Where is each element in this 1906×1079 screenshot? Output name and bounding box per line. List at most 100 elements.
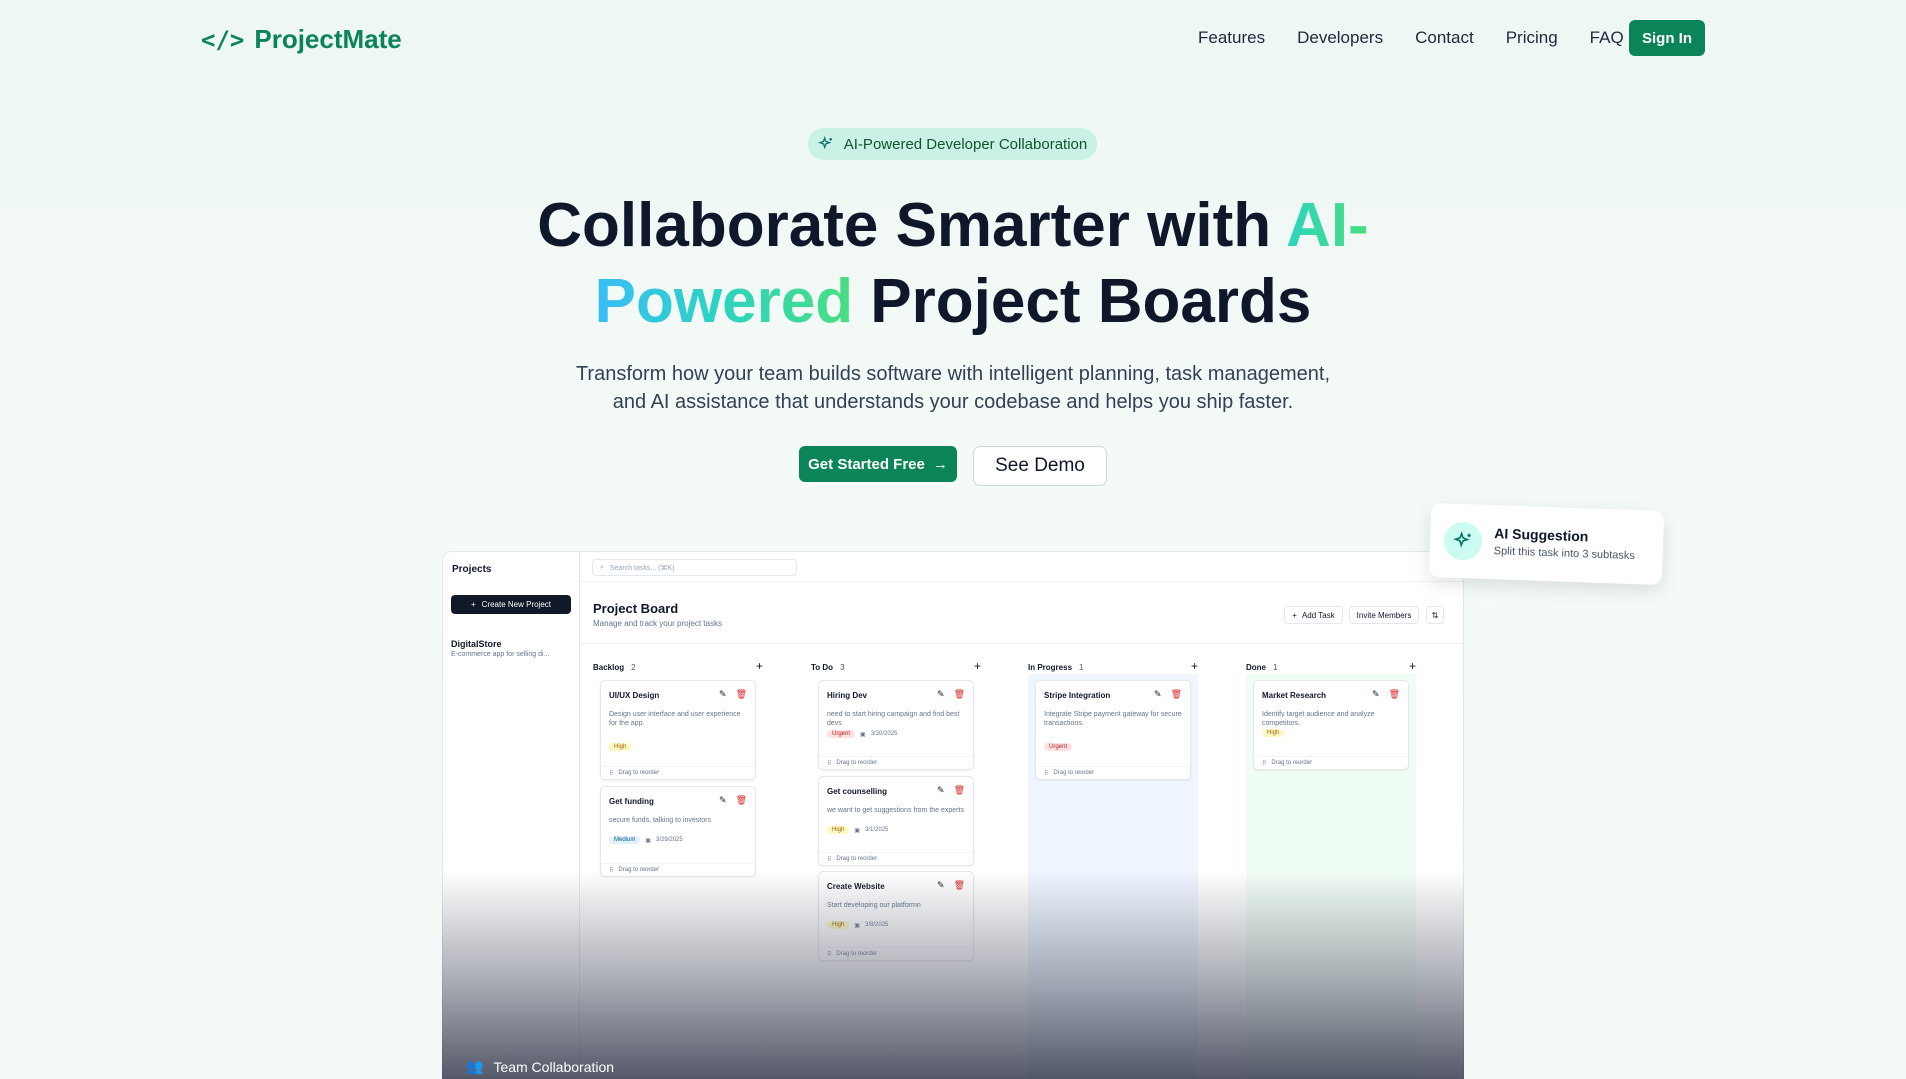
drag-handle[interactable]: ⠿ Drag to reorder bbox=[601, 766, 755, 779]
drag-handle[interactable]: ⠿ Drag to reorder bbox=[601, 863, 755, 876]
add-card-icon[interactable]: + bbox=[1409, 659, 1416, 673]
task-title: Stripe Integration bbox=[1044, 691, 1111, 700]
header-divider bbox=[580, 643, 1463, 644]
column-count: 2 bbox=[631, 662, 636, 672]
trash-icon[interactable]: 🗑 bbox=[736, 795, 747, 806]
nav-link-faq[interactable]: FAQ bbox=[1590, 28, 1624, 48]
edit-icon[interactable]: ✎ bbox=[937, 880, 945, 891]
trash-icon[interactable]: 🗑 bbox=[954, 689, 965, 700]
add-card-icon[interactable]: + bbox=[756, 659, 763, 673]
drag-handle[interactable]: ⠿ Drag to reorder bbox=[819, 852, 973, 865]
trash-icon[interactable]: 🗑 bbox=[954, 785, 965, 796]
grip-icon: ⠿ bbox=[609, 867, 614, 874]
hero-title: Collaborate Smarter with AI- Powered Pro… bbox=[0, 188, 1906, 340]
board-title: Project Board bbox=[593, 601, 679, 616]
trash-icon[interactable]: 🗑 bbox=[1171, 689, 1182, 700]
project-name: DigitalStore bbox=[451, 639, 502, 649]
calendar-icon: ▣ bbox=[854, 827, 861, 834]
sidebar-title: Projects bbox=[452, 564, 492, 575]
top-nav: </> ProjectMate Features Developers Cont… bbox=[0, 0, 1906, 78]
nav-link-pricing[interactable]: Pricing bbox=[1506, 28, 1558, 48]
task-description: Design user interface and user experienc… bbox=[609, 711, 741, 727]
column-done: Done 1 + Market Research ✎ 🗑 Identify tar… bbox=[1246, 659, 1416, 1078]
task-title: Hiring Dev bbox=[827, 691, 868, 700]
drag-handle[interactable]: ⠿ Drag to reorder bbox=[819, 756, 973, 769]
search-input[interactable]: ⌕ Search tasks... (⌘K) bbox=[592, 559, 797, 576]
ai-suggestion-card: AI Suggestion Split this task into 3 sub… bbox=[1428, 502, 1665, 586]
hero-title-highlight-2: Powered bbox=[594, 267, 854, 336]
app-preview: Projects + Create New Project DigitalSto… bbox=[442, 551, 1464, 1079]
drag-label: Drag to reorder bbox=[1053, 770, 1095, 776]
edit-icon[interactable]: ✎ bbox=[1372, 689, 1380, 700]
column-name: Backlog bbox=[593, 662, 625, 672]
edit-icon[interactable]: ✎ bbox=[937, 689, 945, 700]
task-title: UI/UX Design bbox=[609, 691, 660, 700]
sidebar-project-item[interactable]: DigitalStore E-commerce app for selling … bbox=[451, 639, 549, 658]
drag-handle[interactable]: ⠿ Drag to reorder bbox=[1036, 766, 1190, 779]
drag-label: Drag to reorder bbox=[618, 867, 660, 873]
column-count: 1 bbox=[1273, 662, 1278, 672]
task-description: Identify target audience and analyze com… bbox=[1262, 711, 1375, 727]
column-name: In Progress bbox=[1028, 662, 1073, 672]
calendar-icon: ▣ bbox=[645, 837, 652, 844]
projects-sidebar: Projects + Create New Project DigitalSto… bbox=[443, 552, 580, 1078]
team-label-text: Team Collaboration bbox=[493, 1058, 615, 1075]
trash-icon[interactable]: 🗑 bbox=[954, 880, 965, 891]
column-name: Done bbox=[1246, 662, 1266, 672]
ai-suggestion-title: AI Suggestion bbox=[1494, 525, 1589, 545]
get-started-label: Get Started Free bbox=[808, 455, 925, 473]
nav-links: Features Developers Contact Pricing FAQ bbox=[1198, 28, 1624, 48]
create-project-button[interactable]: + Create New Project bbox=[451, 595, 571, 614]
add-task-button[interactable]: + Add Task bbox=[1284, 606, 1343, 624]
see-demo-button[interactable]: See Demo bbox=[973, 446, 1107, 486]
hero-subtitle-line: Transform how your team builds software … bbox=[575, 363, 1331, 385]
priority-badge: High bbox=[827, 826, 850, 834]
invite-members-button[interactable]: Invite Members bbox=[1349, 606, 1419, 624]
grip-icon: ⠿ bbox=[1262, 760, 1267, 767]
task-card[interactable]: Get counselling ✎ 🗑 we want to get sugges… bbox=[818, 776, 974, 866]
column-count: 1 bbox=[1079, 662, 1084, 672]
priority-badge: High bbox=[609, 743, 632, 751]
hero-subtitle: Transform how your team builds software … bbox=[553, 360, 1353, 416]
add-card-icon[interactable]: + bbox=[974, 659, 981, 673]
get-started-button[interactable]: Get Started Free → bbox=[799, 446, 957, 482]
grip-icon: ⠿ bbox=[827, 856, 832, 863]
grip-icon: ⠿ bbox=[827, 760, 832, 767]
task-title: Get counselling bbox=[827, 787, 888, 796]
task-card[interactable]: Create Website ✎ 🗑 Start developing our p… bbox=[818, 871, 974, 961]
edit-icon[interactable]: ✎ bbox=[1154, 689, 1162, 700]
task-card[interactable]: UI/UX Design ✎ 🗑 Design user interface an… bbox=[600, 680, 756, 780]
edit-icon[interactable]: ✎ bbox=[937, 785, 945, 796]
hero-title-highlight: AI- bbox=[1286, 191, 1369, 260]
drag-handle[interactable]: ⠿ Drag to reorder bbox=[819, 947, 973, 960]
sign-in-button[interactable]: Sign In bbox=[1629, 20, 1705, 56]
task-card[interactable]: Get funding ✎ 🗑 secure funds, talking to … bbox=[600, 786, 756, 877]
hero-subtitle-line: and AI assistance that understands your … bbox=[612, 391, 1294, 413]
task-card[interactable]: Hiring Dev ✎ 🗑 need to start hiring campa… bbox=[818, 680, 974, 770]
task-date: 3/20/2025 bbox=[870, 731, 898, 737]
drag-label: Drag to reorder bbox=[1271, 760, 1313, 766]
trash-icon[interactable]: 🗑 bbox=[736, 689, 747, 700]
task-card[interactable]: Market Research ✎ 🗑 Identify target audie… bbox=[1253, 680, 1409, 770]
task-card[interactable]: Stripe Integration ✎ 🗑 Integrate Stripe p… bbox=[1035, 680, 1191, 780]
edit-icon[interactable]: ✎ bbox=[719, 795, 727, 806]
brand-logo[interactable]: </> ProjectMate bbox=[201, 24, 402, 55]
column-name: To Do bbox=[811, 662, 834, 672]
add-card-icon[interactable]: + bbox=[1191, 659, 1198, 673]
plus-icon: + bbox=[1292, 610, 1297, 620]
column-header: Done 1 + bbox=[1246, 659, 1416, 674]
edit-icon[interactable]: ✎ bbox=[719, 689, 727, 700]
trash-icon[interactable]: 🗑 bbox=[1389, 689, 1400, 700]
hero-title-part: Collaborate Smarter with bbox=[537, 191, 1287, 260]
drag-handle[interactable]: ⠿ Drag to reorder bbox=[1254, 756, 1408, 769]
nav-link-contact[interactable]: Contact bbox=[1415, 28, 1474, 48]
sort-icon[interactable]: ⇅ bbox=[1426, 606, 1444, 624]
column-todo: To Do 3 + Hiring Dev ✎ 🗑 need to start hi… bbox=[811, 659, 981, 1078]
nav-link-features[interactable]: Features bbox=[1198, 28, 1265, 48]
nav-link-developers[interactable]: Developers bbox=[1297, 28, 1383, 48]
priority-badge: High bbox=[827, 921, 850, 929]
search-icon: ⌕ bbox=[600, 563, 604, 571]
app-topbar: ⌕ Search tasks... (⌘K) bbox=[580, 552, 1463, 582]
board-header: Project Board Manage and track your proj… bbox=[593, 601, 722, 628]
team-collaboration-label: 👥 Team Collaboration bbox=[466, 1058, 614, 1075]
